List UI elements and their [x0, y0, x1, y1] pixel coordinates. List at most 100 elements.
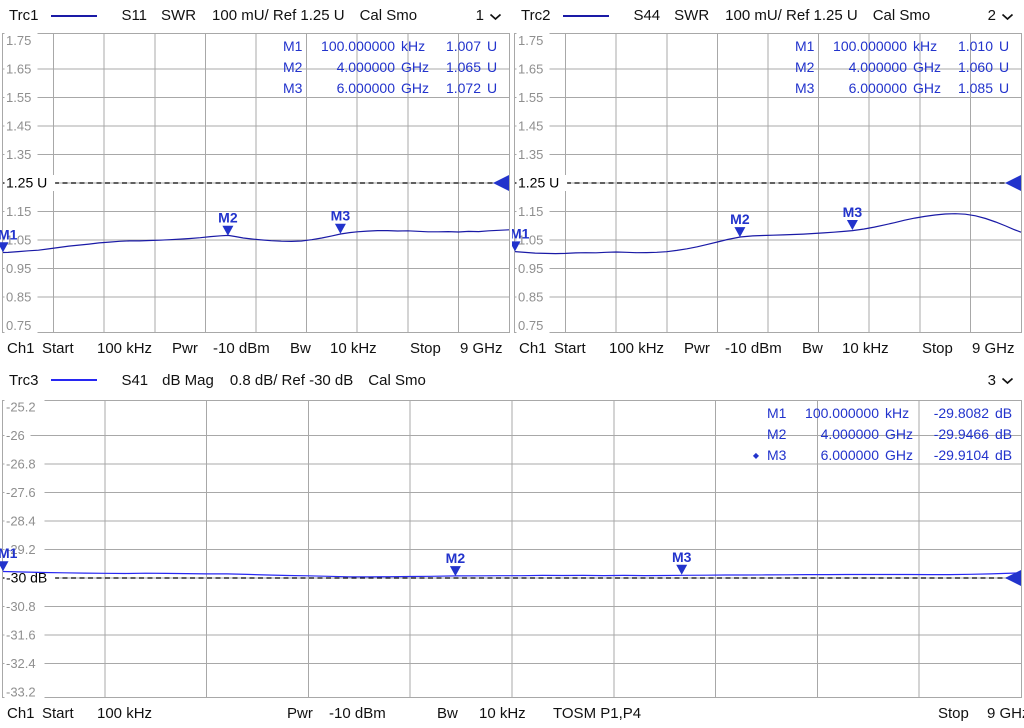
y-axis-tick-label: -32.4: [6, 656, 36, 671]
marker-name: M3: [283, 80, 303, 96]
marker-name: M1: [767, 405, 787, 421]
bandwidth-value[interactable]: 10 kHz: [479, 705, 526, 722]
channel-label[interactable]: Ch1: [519, 340, 547, 357]
trc3-plot-area[interactable]: -25.2 -26 -26.8 -27.6 -28.4 -29.2 -30 dB -30.8-…: [0, 398, 1024, 700]
y-axis-tick-label: -26: [6, 428, 25, 443]
marker-m1-label: M1: [0, 545, 18, 561]
marker-name: M2: [283, 59, 303, 75]
bandwidth-label: Bw: [802, 340, 823, 357]
start-value[interactable]: 100 kHz: [609, 340, 664, 357]
window-number[interactable]: 2: [988, 7, 996, 24]
y-axis-tick-label: -30.8: [6, 599, 36, 614]
vna-application: Trc1 S11 SWR 100 mU/ Ref 1.25 U Cal Smo …: [0, 0, 1024, 728]
channel-label[interactable]: Ch1: [7, 705, 35, 722]
y-axis-tick-label: -33.2: [6, 685, 36, 700]
marker-m3-triangle-icon[interactable]: [676, 564, 688, 575]
bandwidth-value[interactable]: 10 kHz: [842, 340, 889, 357]
marker-name: M2: [795, 59, 815, 75]
cal-status: Cal Smo: [359, 7, 418, 24]
chevron-down-icon[interactable]: [1001, 13, 1014, 21]
y-axis-tick-label: 1.45: [6, 119, 31, 134]
trace-format[interactable]: SWR: [161, 7, 196, 24]
marker-m3-label: M3: [331, 208, 351, 224]
scale-reference[interactable]: 0.8 dB/ Ref -30 dB: [230, 372, 353, 389]
stop-value[interactable]: 9 GHz: [987, 705, 1024, 722]
chevron-down-icon[interactable]: [1001, 377, 1014, 385]
marker-readout-row: M2 4.000000 GHz 1.060 U: [779, 57, 1015, 78]
y-axis-tick-label: 1.75: [6, 33, 31, 48]
power-label: Pwr: [684, 340, 710, 357]
reference-level-arrow-icon[interactable]: [1005, 175, 1021, 191]
measurement-param[interactable]: S11: [121, 7, 147, 24]
y-axis-tick-label: 0.95: [518, 261, 543, 276]
power-value[interactable]: -10 dBm: [725, 340, 782, 357]
power-value[interactable]: -10 dBm: [329, 705, 386, 722]
y-axis-tick-label: 0.75: [518, 318, 543, 333]
window-number[interactable]: 3: [988, 372, 996, 389]
trc1-header: Trc1 S11 SWR 100 mU/ Ref 1.25 U Cal Smo …: [0, 0, 512, 31]
power-value[interactable]: -10 dBm: [213, 340, 270, 357]
marker-value: 1.065: [445, 59, 481, 75]
start-value[interactable]: 100 kHz: [97, 705, 152, 722]
y-axis-tick-label: 1.75: [518, 33, 543, 48]
marker-readout-row: M3 6.000000 GHz 1.085 U: [779, 78, 1015, 99]
reference-level-arrow-icon[interactable]: [493, 175, 509, 191]
marker-m3-triangle-icon[interactable]: [846, 220, 858, 230]
stop-value[interactable]: 9 GHz: [460, 340, 503, 357]
reference-level-arrow-icon[interactable]: [1005, 570, 1021, 586]
cal-status: Cal Smo: [872, 7, 931, 24]
marker-value: 1.072: [445, 80, 481, 96]
trc1-marker-table: M1 100.000000 kHz 1.007 U M2 4.000000 GHz 1.065 U…: [267, 36, 503, 99]
marker-m2-triangle-icon[interactable]: [222, 225, 234, 236]
bandwidth-label: Bw: [437, 705, 458, 722]
trc2-marker-table: M1 100.000000 kHz 1.010 U M2 4.000000 GHz 1.060 U…: [779, 36, 1015, 99]
y-axis-tick-label: 1.65: [518, 62, 543, 77]
marker-frequency: 100.000000: [833, 38, 907, 54]
trc1-plot-area[interactable]: 1.75 1.65 1.55 1.45 1.35 1.25 U 1.15 1.05 0.95 0.…: [0, 31, 512, 335]
trace-format[interactable]: SWR: [674, 7, 709, 24]
measurement-param[interactable]: S44: [633, 7, 660, 24]
scale-reference[interactable]: 100 mU/ Ref 1.25 U: [212, 7, 345, 24]
marker-value: 1.007: [445, 38, 481, 54]
start-label: Start: [42, 340, 74, 357]
bandwidth-value[interactable]: 10 kHz: [330, 340, 377, 357]
marker-frequency: 100.000000: [805, 405, 879, 421]
y-axis-tick-label: -26.8: [6, 457, 36, 472]
marker-frequency: 6.000000: [848, 80, 907, 96]
marker-value-unit: dB: [995, 426, 1013, 442]
trace-legend-line-icon: [51, 379, 98, 381]
trace-name[interactable]: Trc2: [521, 7, 550, 24]
marker-m2-triangle-icon[interactable]: [449, 566, 461, 577]
marker-m3-label: M3: [843, 204, 863, 220]
stop-label: Stop: [922, 340, 953, 357]
bandwidth-label: Bw: [290, 340, 311, 357]
y-axis-tick-label: -28.4: [6, 514, 36, 529]
start-value[interactable]: 100 kHz: [97, 340, 152, 357]
marker-value-unit: U: [487, 80, 498, 96]
marker-readout-row: M1 100.000000 kHz -29.8082 dB: [751, 403, 1015, 424]
measurement-param[interactable]: S41: [121, 372, 148, 389]
marker-m3-triangle-icon[interactable]: [334, 223, 346, 234]
trc2-plot-area[interactable]: 1.75 1.65 1.55 1.45 1.35 1.25 U 1.15 1.05 0.95 0.…: [512, 31, 1024, 335]
marker-m1-label: M1: [512, 225, 530, 241]
scale-reference[interactable]: 100 mU/ Ref 1.25 U: [725, 7, 858, 24]
window-number[interactable]: 1: [476, 7, 484, 24]
marker-value-unit: dB: [995, 447, 1013, 463]
power-label: Pwr: [287, 705, 313, 722]
marker-frequency-unit: GHz: [913, 80, 941, 96]
marker-m2-triangle-icon[interactable]: [734, 227, 746, 238]
marker-frequency-unit: GHz: [913, 59, 941, 75]
marker-value-unit: U: [999, 80, 1010, 96]
marker-value-unit: U: [487, 38, 498, 54]
trace-format[interactable]: dB Mag: [162, 372, 214, 389]
trc3-header: Trc3 S41 dB Mag 0.8 dB/ Ref -30 dB Cal S…: [0, 362, 1024, 398]
marker-frequency-unit: kHz: [913, 38, 938, 54]
marker-readout-row: M2 4.000000 GHz -29.9466 dB: [751, 424, 1015, 445]
channel-label[interactable]: Ch1: [7, 340, 35, 357]
trace-name[interactable]: Trc3: [9, 372, 38, 389]
y-axis-tick-label: 1.35: [518, 147, 543, 162]
y-axis-tick-label: 0.75: [6, 318, 31, 333]
chevron-down-icon[interactable]: [489, 13, 502, 21]
stop-value[interactable]: 9 GHz: [972, 340, 1015, 357]
trace-name[interactable]: Trc1: [9, 7, 38, 24]
